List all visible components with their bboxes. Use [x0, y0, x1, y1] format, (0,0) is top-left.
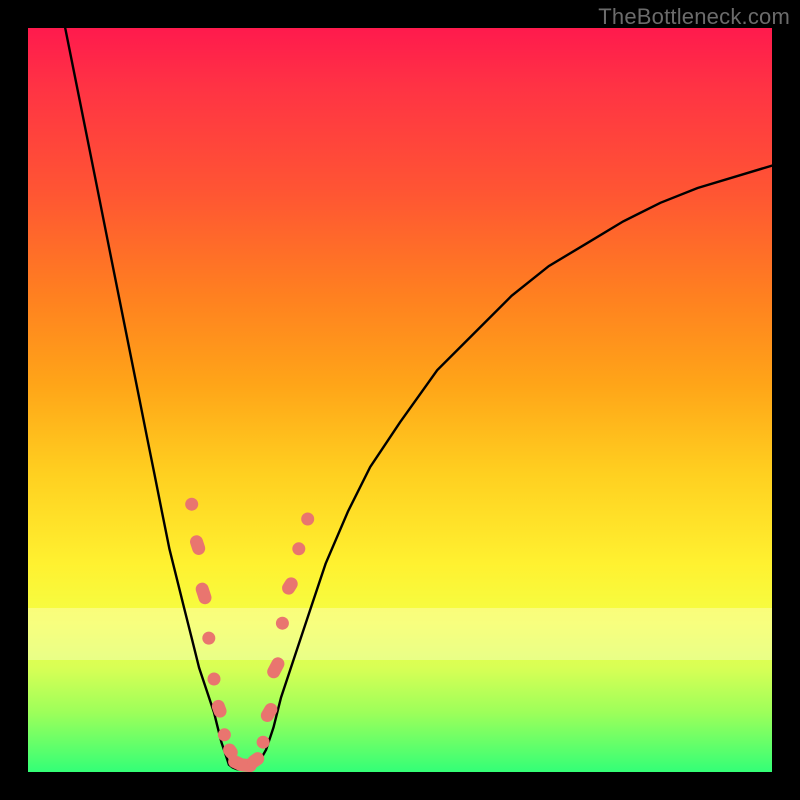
plot-area: [28, 28, 772, 772]
curve-markers: [185, 498, 314, 772]
marker-pill: [258, 701, 279, 725]
marker-dot: [208, 673, 221, 686]
marker-dot: [202, 632, 215, 645]
marker-pill: [194, 581, 213, 606]
curve-path: [65, 28, 772, 770]
chart-frame: TheBottleneck.com: [0, 0, 800, 800]
marker-dot: [276, 617, 289, 630]
marker-pill: [265, 655, 287, 681]
marker-dot: [185, 498, 198, 511]
marker-pill: [188, 534, 207, 557]
marker-pill: [280, 575, 301, 597]
marker-dot: [301, 513, 314, 526]
marker-dot: [218, 728, 231, 741]
marker-dot: [257, 736, 270, 749]
bottleneck-curve: [65, 28, 772, 770]
watermark-text: TheBottleneck.com: [598, 4, 790, 30]
marker-pill: [210, 698, 228, 719]
chart-svg: [28, 28, 772, 772]
marker-dot: [292, 542, 305, 555]
